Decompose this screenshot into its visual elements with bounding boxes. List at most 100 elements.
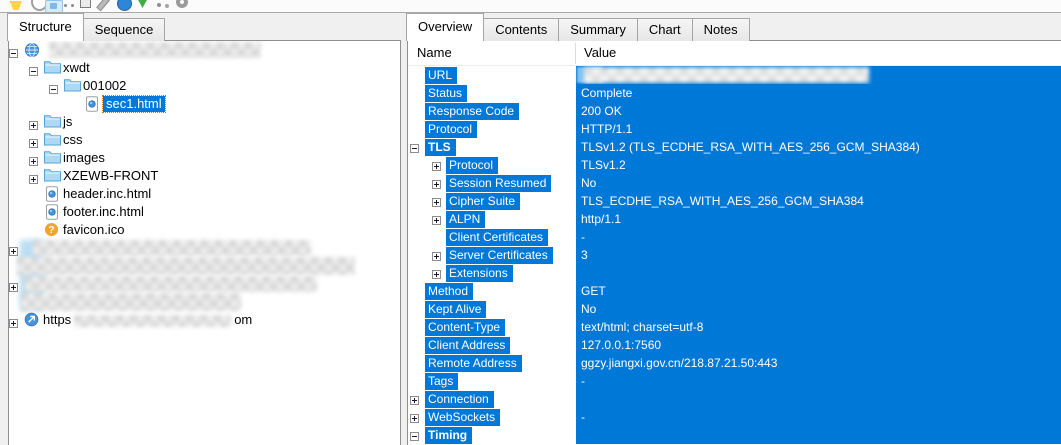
expander-plus-icon[interactable] [9,243,18,256]
table-row[interactable]: Client Certificates - [408,228,1061,246]
expander-plus-icon[interactable] [432,268,441,279]
table-row[interactable]: Client Address 127.0.0.1:7560 [408,336,1061,354]
table-row[interactable]: Status Complete [408,84,1061,102]
tree-row[interactable] [9,293,400,311]
tree-row[interactable]: images [9,149,400,167]
name-label: URL [425,67,458,84]
tab-notes[interactable]: Notes [691,18,750,41]
clear-session-icon[interactable] [10,1,22,10]
tools-icon[interactable] [157,3,161,7]
tree-row[interactable]: XZEWB-FRONT [9,167,400,185]
expander-minus-icon[interactable] [9,45,18,58]
expander-minus-icon[interactable] [410,142,419,153]
settings-gear-icon[interactable] [176,0,188,8]
tree-row[interactable] [9,239,400,257]
name-label: WebSockets [425,409,501,426]
table-row[interactable]: Timing [408,426,1061,444]
value-cell: Complete [576,84,1061,102]
table-row[interactable]: Content-Type text/html; charset=utf-8 [408,318,1061,336]
tree-row[interactable] [9,275,400,293]
gear-hole [180,0,184,4]
name-label: ALPN [446,211,486,228]
table-row[interactable]: Response Code 200 OK [408,102,1061,120]
grid-header: Name Value [408,41,1061,66]
name-cell: Content-Type [408,318,576,336]
value-cell [576,390,1061,408]
tree-row[interactable]: css [9,131,400,149]
table-row[interactable]: WebSockets - [408,408,1061,426]
table-row[interactable]: Kept Alive No [408,300,1061,318]
table-row[interactable]: Method GET [408,282,1061,300]
tree-row[interactable]: sec1.html [9,95,400,113]
name-cell: Kept Alive [408,300,576,318]
tab-chart[interactable]: Chart [636,18,693,41]
name-label: Server Certificates [446,247,553,264]
expander-plus-icon[interactable] [29,171,38,184]
tree-row[interactable]: footer.inc.html [9,203,400,221]
tree-row[interactable]: xwdt [9,59,400,77]
tree-row[interactable]: header.inc.html [9,185,400,203]
tree-node-label: css [63,132,83,147]
proxy-globe-icon[interactable] [117,0,132,11]
tab-summary[interactable]: Summary [558,18,638,41]
expander-plus-icon[interactable] [9,279,18,292]
site-label-suffix: om [234,312,253,327]
expander-plus-icon[interactable] [432,160,441,171]
table-row[interactable]: Server Certificates 3 [408,246,1061,264]
table-row[interactable]: Remote Address ggzy.jiangxi.gov.cn/218.87… [408,354,1061,372]
expander-plus-icon[interactable] [410,412,419,423]
table-row[interactable]: Protocol TLSv1.2 [408,156,1061,174]
value-cell: text/html; charset=utf-8 [576,318,1061,336]
tree-row[interactable]: ? favicon.ico [9,221,400,239]
throttle-icon[interactable] [137,0,148,8]
expander-minus-icon[interactable] [29,63,38,76]
tree-row[interactable]: https om [9,311,400,329]
expander-plus-icon[interactable] [432,178,441,189]
tree-row[interactable]: 001002 [9,77,400,95]
svg-text:?: ? [48,225,54,236]
censored-region [49,42,261,58]
name-cell: Timing [408,426,576,444]
expander-plus-icon[interactable] [29,135,38,148]
table-row[interactable]: URL [408,66,1061,84]
autoscroll-button[interactable] [45,0,63,12]
expander-plus-icon[interactable] [410,394,419,405]
expander-plus-icon[interactable] [432,214,441,225]
name-cell: Protocol [408,156,576,174]
expander-plus-icon[interactable] [432,250,441,261]
tab-contents[interactable]: Contents [483,18,560,41]
name-cell: Tags [408,372,576,390]
tab-sequence[interactable]: Sequence [82,18,166,41]
table-row[interactable]: Connection [408,390,1061,408]
name-cell: WebSockets [408,408,576,426]
expander-plus-icon[interactable] [29,153,38,166]
site-icon [24,312,39,332]
value-cell: No [576,174,1061,192]
value-cell: - [576,372,1061,390]
tab-overview[interactable]: Overview [406,13,485,41]
name-cell: Extensions [408,264,576,282]
table-row[interactable]: TLS TLSv1.2 (TLS_ECDHE_RSA_WITH_AES_256_G… [408,138,1061,156]
gauge-icon[interactable] [64,4,67,7]
value-cell: - [576,228,1061,246]
expander-minus-icon[interactable] [410,430,419,441]
expander-plus-icon[interactable] [9,315,18,328]
censored-label-region [74,314,232,327]
edit-pencil-icon[interactable] [96,0,110,12]
table-row[interactable]: Tags - [408,372,1061,390]
expander-plus-icon[interactable] [29,117,38,130]
table-row[interactable]: Cipher Suite TLS_ECDHE_RSA_WITH_AES_256_G… [408,192,1061,210]
tree-row[interactable]: js [9,113,400,131]
table-row[interactable]: Session Resumed No [408,174,1061,192]
tab-structure[interactable]: Structure [7,13,84,41]
value-cell [576,264,1061,282]
document-icon[interactable] [80,0,91,8]
name-cell: Remote Address [408,354,576,372]
expander-minus-icon[interactable] [49,81,58,94]
table-row[interactable]: Protocol HTTP/1.1 [408,120,1061,138]
tree-row[interactable] [9,257,400,275]
table-row[interactable]: Extensions [408,264,1061,282]
expander-plus-icon[interactable] [432,196,441,207]
tree-row[interactable] [9,41,400,59]
table-row[interactable]: ALPN http/1.1 [408,210,1061,228]
